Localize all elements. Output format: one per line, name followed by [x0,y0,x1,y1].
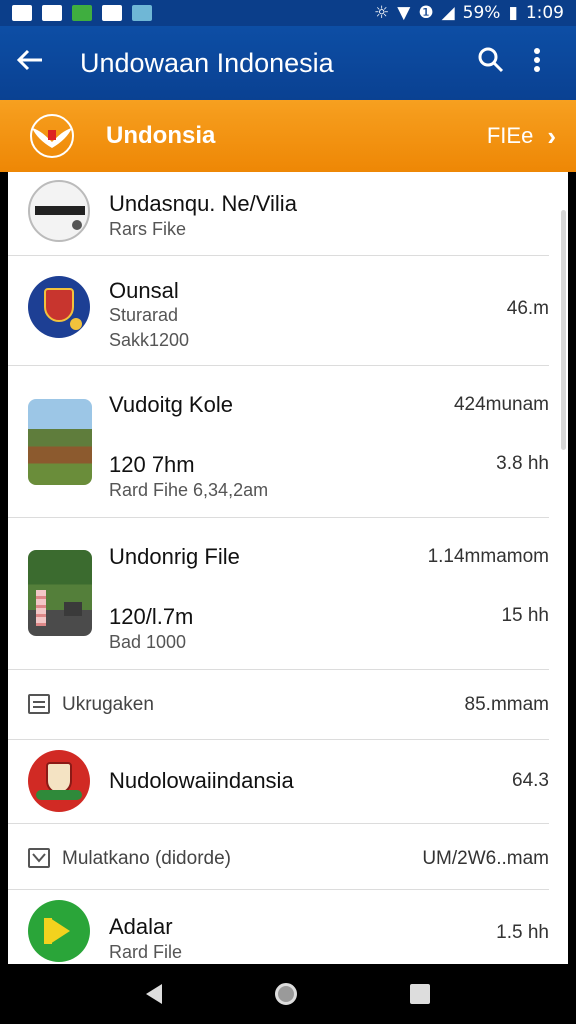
clock: 1:09 [525,3,564,23]
garden-photo [28,550,92,636]
back-triangle-icon[interactable] [146,984,163,1004]
app-icon [132,5,152,21]
search-icon[interactable] [468,47,514,80]
notification-icon [102,5,122,21]
list-item[interactable]: Undonrig File 1.14mmamom 120/l.7m 15 hh … [8,518,549,670]
red-emblem-icon [28,750,90,812]
list-item[interactable]: Nudolowaiindansia 64.3 [8,740,549,824]
field-photo [28,399,92,485]
sync-icon: ❶ [418,3,434,23]
more-vertical-icon[interactable] [514,47,560,80]
vibrate-icon: ☼ [374,3,390,23]
device-icon [28,180,90,242]
list-item[interactable]: Undasnqu. Ne/Vilia Rars Fike [8,172,549,256]
garuda-emblem-icon [26,112,78,160]
home-circle-icon[interactable] [274,983,297,1005]
app-title: Undowaan Indonesia [80,47,334,78]
scrollbar[interactable] [561,210,566,450]
status-bar: ☼ ▼ ❶ ◢ 59% ▮ 1:09 [0,0,576,26]
banner[interactable]: Undonsia FIEe › [0,100,576,172]
green-circle-icon [28,900,90,962]
list-item[interactable]: Ounsal Sturarad Sakk1200 46.m [8,256,549,366]
banner-link[interactable]: FIEe › [487,121,556,152]
coat-of-arms-icon [28,276,90,338]
section-header[interactable]: Ukrugaken 85.mmam [8,670,549,740]
system-nav-bar [0,964,576,1024]
wifi-icon: ▼ [397,3,411,23]
image-icon [12,5,32,21]
check-box-icon [28,848,50,868]
signal-icon: ◢ [441,3,455,23]
chevron-right-icon: › [547,120,556,151]
banner-title: Undonsia [106,122,216,149]
section-header[interactable]: Mulatkano (didorde) UM/2W6..mam [8,824,549,890]
photo-icon [72,5,92,21]
file-list[interactable]: Undasnqu. Ne/Vilia Rars Fike Ounsal Stur… [8,172,568,964]
chart-icon [42,5,62,21]
list-item[interactable]: Adalar Rard File 1.5 hh [8,890,549,964]
arrow-left-icon[interactable] [16,46,56,80]
battery-percent: 59% [462,3,501,23]
list-icon [28,694,50,714]
app-bar: Undowaan Indonesia [0,26,576,100]
recents-square-icon[interactable] [409,984,430,1004]
list-item[interactable]: Vudoitg Kole 424munam 120 7hm 3.8 hh Rar… [8,366,549,518]
battery-icon: ▮ [508,3,518,23]
